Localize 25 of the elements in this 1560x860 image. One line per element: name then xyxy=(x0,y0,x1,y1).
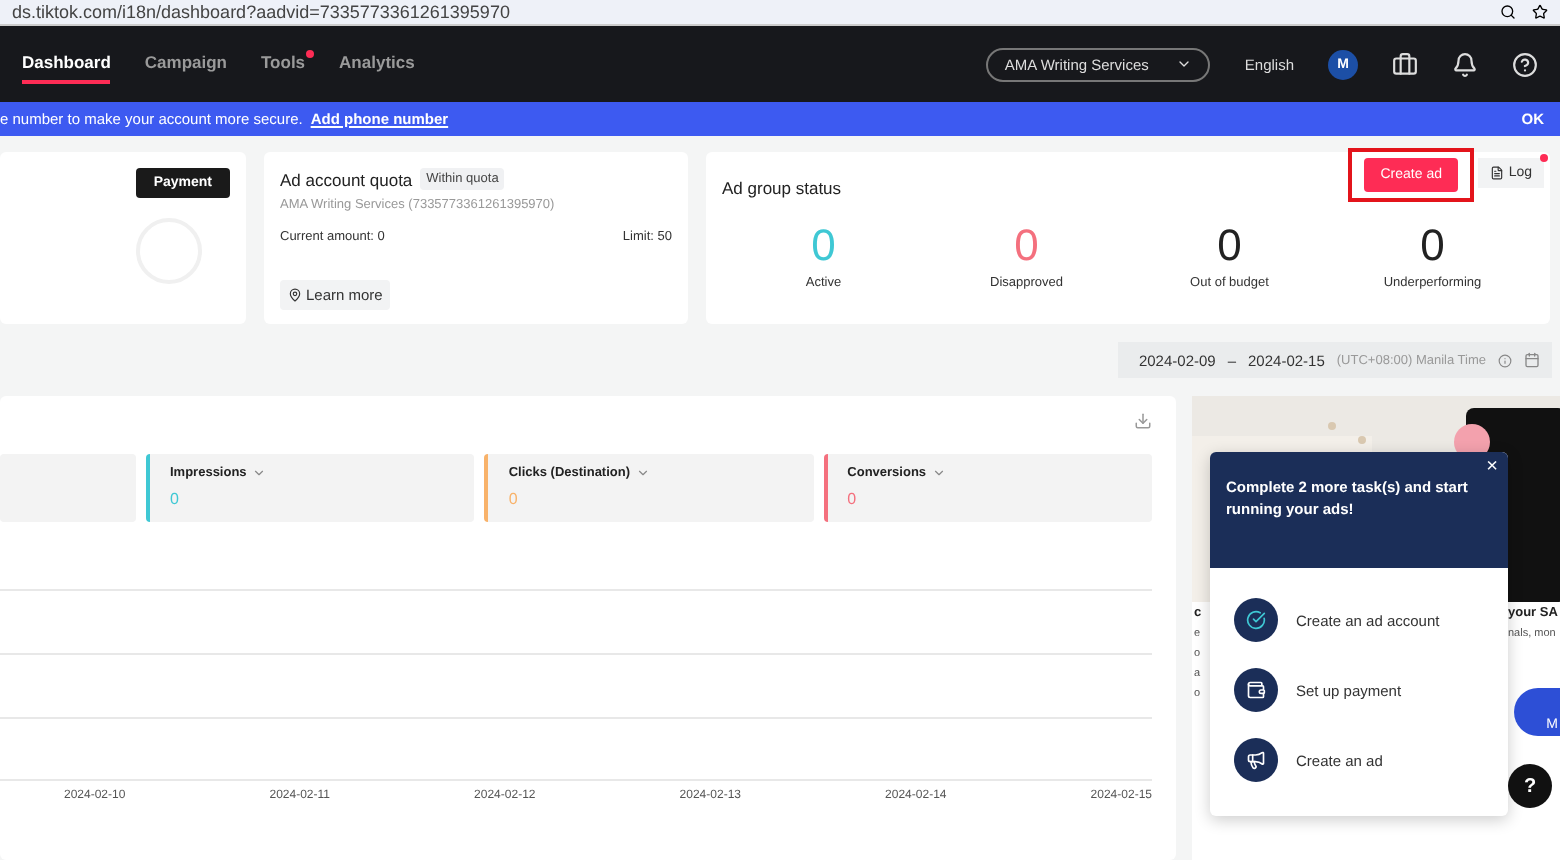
bell-icon[interactable] xyxy=(1452,51,1478,77)
document-icon xyxy=(1490,166,1505,180)
card-title: Ad group status xyxy=(722,178,842,198)
chevron-icon xyxy=(252,466,267,480)
stat-value: 0 xyxy=(811,220,836,272)
nav-tab[interactable]: Dashboard xyxy=(22,44,111,84)
stat-value: 0 xyxy=(1217,220,1242,272)
nav-tab[interactable]: Campaign xyxy=(144,44,227,84)
chevron-icon xyxy=(1176,56,1193,72)
search-icon[interactable] xyxy=(1500,4,1516,20)
chevron-icon xyxy=(932,466,947,480)
briefcase-icon[interactable] xyxy=(1392,51,1418,77)
download-icon[interactable] xyxy=(1134,412,1152,430)
help-icon[interactable] xyxy=(1512,51,1538,77)
chevron-icon xyxy=(636,466,651,480)
nav-tab[interactable]: Tools xyxy=(261,44,306,84)
star-icon[interactable] xyxy=(1532,4,1548,20)
close-button[interactable]: × xyxy=(1482,456,1502,478)
pin-icon xyxy=(288,288,302,302)
nav-tab[interactable]: Analytics xyxy=(339,44,415,84)
stat-value: 0 xyxy=(1014,220,1039,272)
card-title: Ad account quota xyxy=(280,169,413,189)
calendar-icon[interactable] xyxy=(1524,352,1540,368)
stat-value: 0 xyxy=(1420,220,1445,272)
info-icon xyxy=(1498,353,1512,367)
